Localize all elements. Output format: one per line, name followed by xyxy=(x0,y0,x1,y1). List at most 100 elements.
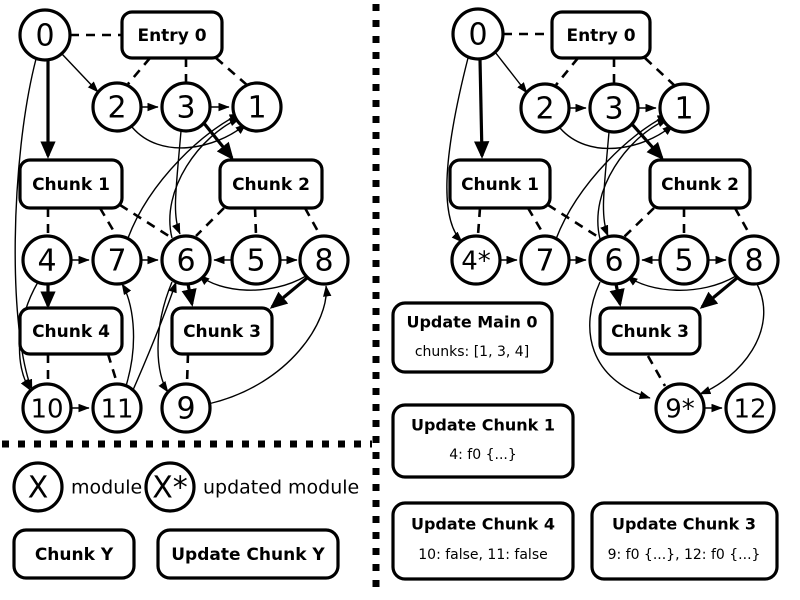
legend-updated-module-label: X* xyxy=(152,471,188,506)
r-node-2[interactable]: 2 xyxy=(519,82,571,134)
node-5[interactable]: 5 xyxy=(230,234,282,286)
edge-chunk4-11 xyxy=(106,353,119,384)
box-chunk-3[interactable]: Chunk 3 xyxy=(170,306,274,356)
box-chunk-4[interactable]: Chunk 4 xyxy=(18,306,124,356)
legend-updated-module-text: updated module xyxy=(203,477,359,499)
node-2[interactable]: 2 xyxy=(91,81,143,133)
node-1-label: 1 xyxy=(247,91,266,126)
right-panel-update-boxes: Update Main 0 chunks: [1, 3, 4] Update C… xyxy=(391,301,779,581)
node-2-label: 2 xyxy=(107,91,126,126)
r-node-0[interactable]: 0 xyxy=(451,7,505,61)
update-box-chunk-4-detail: 10: false, 11: false xyxy=(418,547,547,563)
legend-chunk-box: Chunk Y xyxy=(12,528,136,580)
r-node-5-label: 5 xyxy=(674,244,693,279)
r-node-9-updated[interactable]: 9* xyxy=(654,382,706,434)
edge-chunk2-6 xyxy=(195,207,225,237)
r-node-4-updated[interactable]: 4* xyxy=(450,234,502,286)
legend-update-box: Update Chunk Y xyxy=(156,528,340,580)
update-box-chunk-1[interactable]: Update Chunk 1 4: f0 {...} xyxy=(391,403,575,479)
r-node-6[interactable]: 6 xyxy=(588,234,640,286)
edge-entry0-2 xyxy=(127,57,151,85)
r-node-6-label: 6 xyxy=(604,244,623,279)
edge-11-6 xyxy=(132,281,177,391)
node-10[interactable]: 10 xyxy=(21,382,73,434)
legend-updated-module-symbol: X* xyxy=(144,461,196,513)
box-chunk-2-label: Chunk 2 xyxy=(232,175,310,195)
node-9-label: 9 xyxy=(176,392,195,427)
edge-8-chunk3 xyxy=(269,276,309,309)
update-box-chunk-3-detail: 9: f0 {...}, 12: f0 {...} xyxy=(608,547,761,563)
r-edge-0-chunk1 xyxy=(474,58,490,159)
node-6-label: 6 xyxy=(176,244,195,279)
r-box-entry-0[interactable]: Entry 0 xyxy=(550,10,652,60)
r-edge-8-chunk3 xyxy=(699,276,739,309)
edge-entry0-1 xyxy=(215,57,248,86)
node-4[interactable]: 4 xyxy=(21,234,73,286)
r-box-chunk-2[interactable]: Chunk 2 xyxy=(648,158,752,210)
r-edge-chunk2-6 xyxy=(623,207,655,238)
update-box-chunk-4-title: Update Chunk 4 xyxy=(411,515,555,534)
r-node-1[interactable]: 1 xyxy=(658,82,710,134)
node-11-label: 11 xyxy=(100,395,133,425)
edge-chunk1-7 xyxy=(98,207,118,236)
edge-6-chunk3 xyxy=(181,283,197,307)
r-box-chunk-3-label: Chunk 3 xyxy=(611,322,689,342)
box-chunk-1[interactable]: Chunk 1 xyxy=(18,158,124,210)
r-node-7[interactable]: 7 xyxy=(519,234,571,286)
node-0-label: 0 xyxy=(35,19,54,54)
node-7[interactable]: 7 xyxy=(91,234,143,286)
edge-chunk3-9 xyxy=(185,353,190,384)
r-box-entry-0-label: Entry 0 xyxy=(566,26,635,46)
node-8[interactable]: 8 xyxy=(298,234,350,286)
legend: X module X* updated module Chunk Y Updat… xyxy=(12,461,359,580)
edge-chunk2-5 xyxy=(253,207,258,236)
r-edge-6-chunk3 xyxy=(609,283,625,307)
diagram-svg: Entry 0 Chunk 1 Chunk 2 Chunk 4 Chunk 3 xyxy=(2,4,780,596)
r-node-12[interactable]: 12 xyxy=(724,382,776,434)
box-entry-0-label: Entry 0 xyxy=(137,26,206,46)
r-node-1-label: 1 xyxy=(674,92,693,127)
r-box-chunk-1[interactable]: Chunk 1 xyxy=(448,158,552,210)
legend-chunk-box-label: Chunk Y xyxy=(35,545,114,565)
update-box-main-0[interactable]: Update Main 0 chunks: [1, 3, 4] xyxy=(391,301,554,374)
r-edge-chunk1-4 xyxy=(476,207,482,236)
r-edge-entry0-1 xyxy=(644,57,676,87)
update-box-main-0-title: Update Main 0 xyxy=(406,313,537,332)
r-node-5[interactable]: 5 xyxy=(658,234,710,286)
node-3[interactable]: 3 xyxy=(160,81,212,133)
r-node-3-label: 3 xyxy=(604,92,623,127)
update-box-main-0-detail: chunks: [1, 3, 4] xyxy=(415,344,529,360)
legend-module-label: X xyxy=(28,471,49,506)
update-box-chunk-3[interactable]: Update Chunk 3 9: f0 {...}, 12: f0 {...} xyxy=(590,501,779,581)
update-box-chunk-4[interactable]: Update Chunk 4 10: false, 11: false xyxy=(391,501,575,581)
node-4-label: 4 xyxy=(37,244,56,279)
r-node-8-label: 8 xyxy=(744,244,763,279)
box-chunk-2[interactable]: Chunk 2 xyxy=(218,158,324,210)
r-node-8[interactable]: 8 xyxy=(728,234,780,286)
r-node-2-label: 2 xyxy=(535,92,554,127)
r-node-7-label: 7 xyxy=(535,244,554,279)
edge-chunk2-8 xyxy=(303,207,322,236)
node-0[interactable]: 0 xyxy=(18,8,72,62)
r-edge-0-4 xyxy=(446,57,469,243)
node-11[interactable]: 11 xyxy=(91,382,143,434)
box-entry-0[interactable]: Entry 0 xyxy=(120,10,224,60)
update-box-chunk-3-title: Update Chunk 3 xyxy=(612,515,756,534)
r-edge-chunk2-8 xyxy=(733,207,752,236)
node-9[interactable]: 9 xyxy=(160,382,212,434)
update-box-chunk-1-title: Update Chunk 1 xyxy=(411,416,555,435)
node-6[interactable]: 6 xyxy=(160,234,212,286)
r-node-3[interactable]: 3 xyxy=(588,82,640,134)
node-8-label: 8 xyxy=(314,244,333,279)
r-box-chunk-1-label: Chunk 1 xyxy=(461,175,539,195)
r-box-chunk-3[interactable]: Chunk 3 xyxy=(598,306,702,356)
legend-update-box-label: Update Chunk Y xyxy=(171,545,325,565)
r-edge-chunk1-6 xyxy=(547,203,601,240)
r-node-9-label: 9* xyxy=(665,395,695,425)
edge-11-7 xyxy=(121,283,135,387)
node-1[interactable]: 1 xyxy=(231,81,283,133)
r-node-12-label: 12 xyxy=(733,395,766,425)
diagram-canvas: Entry 0 Chunk 1 Chunk 2 Chunk 4 Chunk 3 xyxy=(0,0,800,600)
r-box-chunk-2-label: Chunk 2 xyxy=(661,175,739,195)
left-panel-nodes: 0 2 3 1 4 7 6 5 8 10 11 9 xyxy=(18,8,350,434)
